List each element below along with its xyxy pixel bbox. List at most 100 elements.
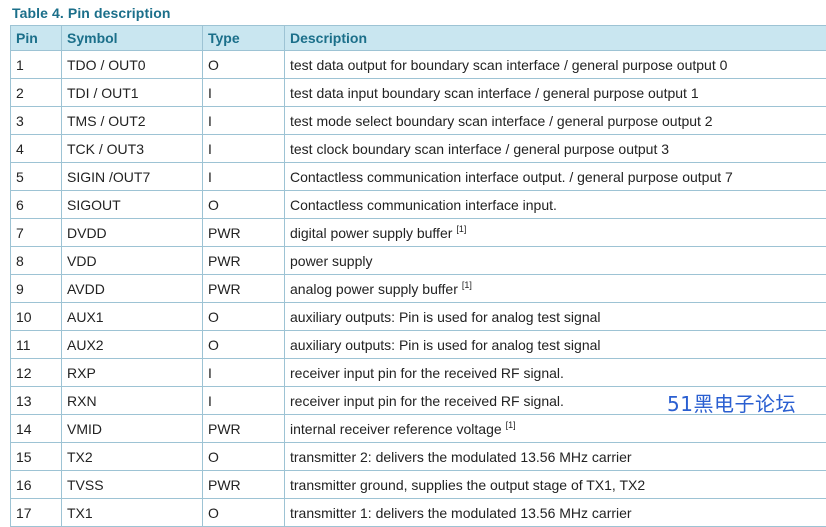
type-cell-text: PWR <box>208 420 241 437</box>
symbol-cell-text: VDD <box>67 252 97 269</box>
pin-cell-text: 15 <box>16 448 32 465</box>
description-cell: auxiliary outputs: Pin is used for analo… <box>284 330 826 359</box>
footnote-reference: [1] <box>456 224 467 234</box>
description-cell: test mode select boundary scan interface… <box>284 106 826 135</box>
symbol-cell: AVDD <box>61 274 203 303</box>
table-row: 1 TDO / OUT0 Otest data output for boundar… <box>10 50 826 79</box>
description-cell: power supply <box>284 246 826 275</box>
table-row: 14 VMID PWR internal receiver reference vol… <box>10 414 826 443</box>
pin-cell: 2 <box>10 78 62 107</box>
symbol-cell: TX2 <box>61 442 203 471</box>
table-row: 12 RXP Ireceiver input pin for the receive… <box>10 358 826 387</box>
type-cell: I <box>202 358 285 387</box>
type-cell-text: PWR <box>208 280 241 297</box>
symbol-cell-text: SIGIN /OUT7 <box>67 168 151 185</box>
description-cell: internal receiver reference voltage [1] <box>284 414 826 443</box>
symbol-cell-text: SIGOUT <box>67 196 121 213</box>
symbol-cell: DVDD <box>61 218 203 247</box>
description-cell: test clock boundary scan interface / gen… <box>284 134 826 163</box>
symbol-cell: VMID <box>61 414 203 443</box>
table-row: 7 DVDD PWR digital power supply buffer [1] <box>10 218 826 247</box>
symbol-cell-text: AUX2 <box>67 336 104 353</box>
type-cell-text: O <box>208 196 219 213</box>
type-cell-text: O <box>208 336 219 353</box>
pin-cell-text: 5 <box>16 168 24 185</box>
pin-cell: 14 <box>10 414 62 443</box>
description-cell-text: digital power supply buffer <box>290 225 453 241</box>
pin-cell-text: 6 <box>16 196 24 213</box>
description-cell-text: Contactless communication interface inpu… <box>290 196 557 213</box>
type-cell-text: O <box>208 504 219 521</box>
symbol-cell-text: TDI / OUT1 <box>67 84 139 101</box>
type-cell-text: PWR <box>208 224 241 241</box>
symbol-cell: TVSS <box>61 470 203 499</box>
type-cell: PWR <box>202 414 285 443</box>
table-row: 6 SIGOUT O Contactless communication interf… <box>10 190 826 219</box>
type-cell-text: I <box>208 168 212 185</box>
type-cell: I <box>202 106 285 135</box>
symbol-cell: TMS / OUT2 <box>61 106 203 135</box>
pin-cell: 9 <box>10 274 62 303</box>
type-cell: PWR <box>202 274 285 303</box>
description-cell-text: auxiliary outputs: Pin is used for analo… <box>290 336 601 353</box>
pin-cell: 8 <box>10 246 62 275</box>
description-cell-text: analog power supply buffer <box>290 281 458 297</box>
footnote-reference: [1] <box>461 280 472 290</box>
watermark-text: 51黑电子论坛 <box>667 392 796 416</box>
pin-cell-text: 9 <box>16 280 24 297</box>
description-cell: digital power supply buffer [1] <box>284 218 826 247</box>
description-cell-text: test data input boundary scan interface … <box>290 84 699 101</box>
footnote-reference: [1] <box>505 420 516 430</box>
type-cell-text: PWR <box>208 252 241 269</box>
type-cell: I <box>202 134 285 163</box>
description-cell-text: Contactless communication interface outp… <box>290 168 733 185</box>
symbol-cell-text: TVSS <box>67 476 104 493</box>
pin-cell-text: 16 <box>16 476 32 493</box>
table-row: 4 TCK / OUT3 Itest clock boundary scan int… <box>10 134 826 163</box>
description-cell: transmitter ground, supplies the output … <box>284 470 826 499</box>
description-cell-text: transmitter ground, supplies the output … <box>290 476 646 493</box>
symbol-cell-text: TMS / OUT2 <box>67 112 146 129</box>
pin-cell-text: 14 <box>16 420 32 437</box>
description-cell: transmitter 1: delivers the modulated 13… <box>284 498 826 527</box>
description-cell-text: internal receiver reference voltage <box>290 421 502 437</box>
description-cell-text: power supply <box>290 252 373 269</box>
pin-cell: 5 <box>10 162 62 191</box>
description-cell-text: receiver input pin for the received RF s… <box>290 364 564 381</box>
symbol-cell: SIGOUT <box>61 190 203 219</box>
symbol-cell: AUX1 <box>61 302 203 331</box>
pin-cell-text: 7 <box>16 224 24 241</box>
pin-cell: 1 <box>10 50 62 79</box>
type-cell: PWR <box>202 246 285 275</box>
pin-cell: 11 <box>10 330 62 359</box>
column-header-description: Description <box>284 25 826 51</box>
table-header-row: Pin Symbol Type Description <box>10 25 826 51</box>
table-row: 10 AUX1 Oauxiliary outputs: Pin is used fo… <box>10 302 826 331</box>
pin-cell-text: 8 <box>16 252 24 269</box>
symbol-cell: TDI / OUT1 <box>61 78 203 107</box>
type-cell: O <box>202 50 285 79</box>
table-row: 16 TVSS PWR transmitter ground, supplies th… <box>10 470 826 499</box>
pin-cell-text: 17 <box>16 504 32 521</box>
symbol-cell-text: AUX1 <box>67 308 104 325</box>
symbol-cell: TCK / OUT3 <box>61 134 203 163</box>
description-cell: transmitter 2: delivers the modulated 13… <box>284 442 826 471</box>
symbol-cell: TDO / OUT0 <box>61 50 203 79</box>
table-row: 2 TDI / OUT1 Itest data input boundary sca… <box>10 78 826 107</box>
type-cell-text: O <box>208 308 219 325</box>
type-cell: PWR <box>202 470 285 499</box>
type-cell-text: I <box>208 112 212 129</box>
type-cell: O <box>202 442 285 471</box>
symbol-cell-text: TX1 <box>67 504 93 521</box>
symbol-cell: RXN <box>61 386 203 415</box>
table-row: 8 VDD PWR power supply <box>10 246 826 275</box>
description-cell-text: transmitter 2: delivers the modulated 13… <box>290 448 632 465</box>
type-cell: I <box>202 78 285 107</box>
column-header-symbol: Symbol <box>61 25 203 51</box>
description-cell-text: test data output for boundary scan inter… <box>290 56 728 73</box>
table-row: 5 SIGIN /OUT7 I Contactless communication i… <box>10 162 826 191</box>
type-cell-text: I <box>208 84 212 101</box>
type-cell: O <box>202 498 285 527</box>
pin-cell-text: 12 <box>16 364 32 381</box>
symbol-cell: TX1 <box>61 498 203 527</box>
